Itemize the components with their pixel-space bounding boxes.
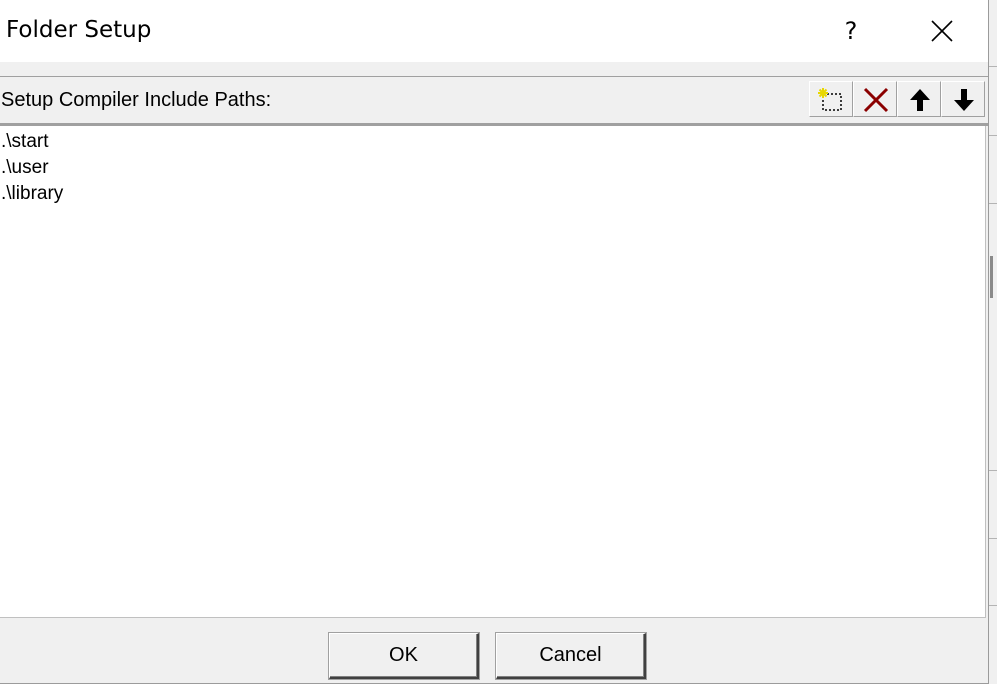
move-up-button[interactable]: [897, 81, 941, 117]
background-divider: [989, 470, 997, 471]
background-scroll-thumb: [990, 256, 993, 298]
move-down-button[interactable]: [941, 81, 985, 117]
move-down-icon: [954, 89, 974, 111]
close-icon: [931, 20, 953, 42]
new-path-button[interactable]: [809, 81, 853, 117]
background-window-strip: [988, 0, 997, 684]
background-divider: [989, 135, 997, 136]
list-item[interactable]: .\start: [1, 131, 49, 153]
dialog-title: Folder Setup: [6, 17, 152, 43]
cancel-button[interactable]: Cancel: [495, 632, 647, 680]
move-up-icon: [910, 89, 930, 111]
background-divider: [989, 605, 997, 606]
delete-icon: [863, 87, 889, 113]
background-divider: [989, 203, 997, 204]
title-bar: Folder Setup ?: [0, 0, 988, 62]
path-toolbar: [809, 81, 985, 117]
include-paths-list[interactable]: .\start .\user .\library: [0, 126, 986, 618]
list-item[interactable]: .\user: [1, 157, 49, 179]
delete-path-button[interactable]: [853, 81, 897, 117]
close-button[interactable]: [910, 0, 972, 62]
help-button[interactable]: ?: [820, 0, 882, 62]
include-paths-label: Setup Compiler Include Paths:: [1, 89, 272, 111]
include-paths-header: Setup Compiler Include Paths:: [0, 76, 988, 122]
list-item[interactable]: .\library: [1, 183, 63, 205]
background-divider: [989, 538, 997, 539]
ok-button[interactable]: OK: [328, 632, 480, 680]
background-divider: [989, 66, 997, 67]
folder-setup-dialog: Folder Setup ? Setup Compiler Include Pa…: [0, 0, 989, 684]
new-path-icon: [818, 88, 842, 111]
